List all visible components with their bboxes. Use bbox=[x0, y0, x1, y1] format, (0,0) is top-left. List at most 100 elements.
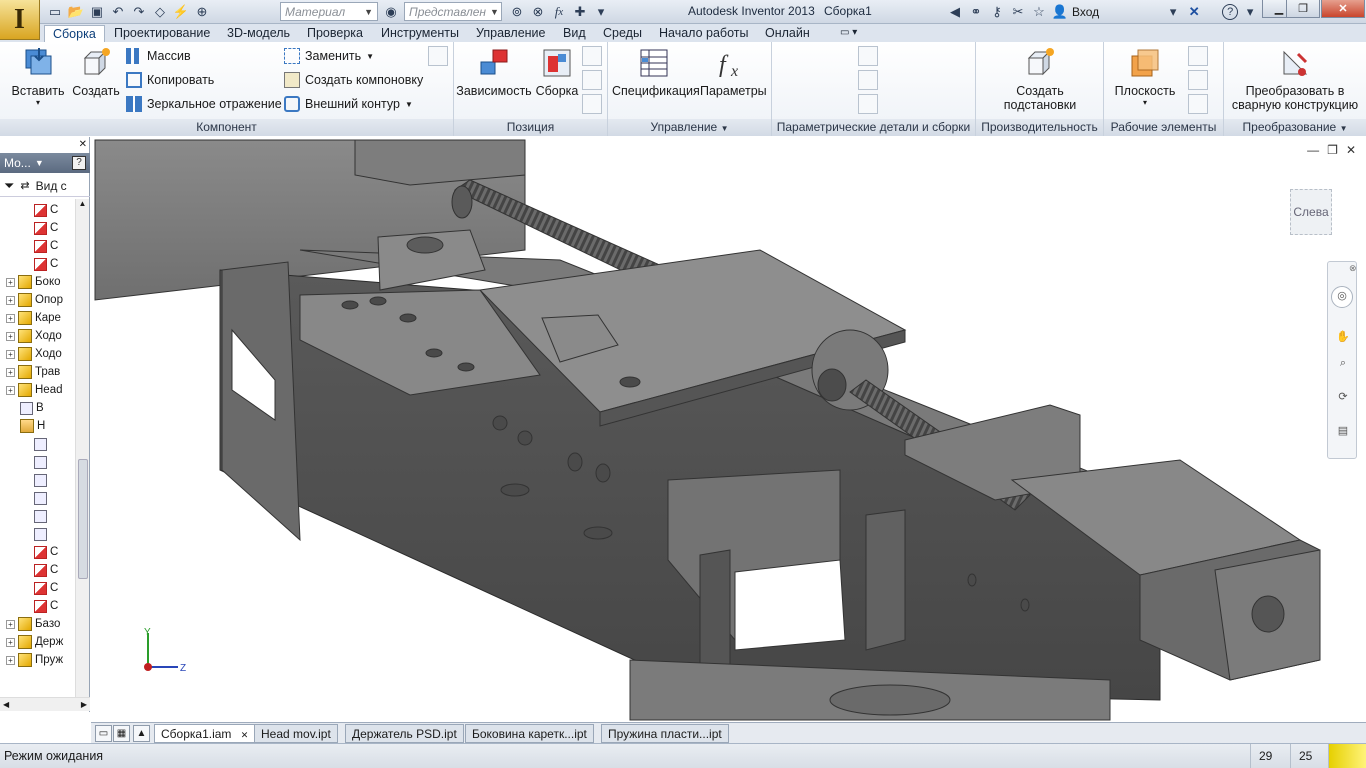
customize-dropdown-icon[interactable]: ▾ bbox=[592, 3, 610, 21]
tree-item[interactable] bbox=[34, 507, 50, 525]
select-icon[interactable]: ◇ bbox=[151, 3, 169, 21]
restore-button[interactable]: ❐ bbox=[1286, 0, 1320, 18]
parameters-button[interactable]: f x Параметры bbox=[700, 46, 767, 98]
orbit-icon[interactable]: ⟳ bbox=[1333, 388, 1353, 408]
tree-expand-icon[interactable]: + bbox=[6, 619, 15, 629]
convert-weldment-button[interactable]: Преобразовать в сварную конструкцию bbox=[1226, 46, 1364, 112]
tab-tools[interactable]: Инструменты bbox=[381, 25, 459, 42]
doc-tab-close-icon[interactable]: ✕ bbox=[241, 730, 249, 740]
tab-get-started[interactable]: Начало работы bbox=[659, 25, 748, 42]
move-icon[interactable] bbox=[582, 70, 602, 90]
representation-select[interactable]: Представлен ▼ bbox=[404, 2, 502, 21]
insert-button[interactable]: Вставить ▾ bbox=[8, 46, 68, 107]
create-ipart-icon[interactable] bbox=[858, 46, 878, 66]
scroll-right-icon[interactable]: ▶ bbox=[81, 700, 87, 709]
shrinkwrap-button[interactable]: Внешний контур ▼ bbox=[284, 94, 413, 114]
replace-button[interactable]: Заменить ▼ bbox=[284, 46, 374, 66]
component-extra-icon[interactable] bbox=[428, 46, 448, 66]
filter-icon[interactable]: ⏷ bbox=[4, 178, 14, 194]
tree-item[interactable]: + Базо bbox=[6, 615, 60, 633]
tree-item[interactable] bbox=[34, 471, 50, 489]
tree-item[interactable] bbox=[34, 489, 50, 507]
tree-expand-icon[interactable]: + bbox=[6, 385, 15, 395]
rotate-icon[interactable] bbox=[582, 94, 602, 114]
signin-label[interactable]: Вход bbox=[1072, 5, 1099, 19]
exchange-x-icon[interactable]: ✕ bbox=[1185, 3, 1203, 21]
add-icon[interactable]: ✚ bbox=[571, 3, 589, 21]
tree-item[interactable]: С bbox=[34, 219, 58, 237]
grip-snap-icon[interactable] bbox=[582, 46, 602, 66]
tab-manage[interactable]: Управление bbox=[476, 25, 546, 42]
replace-dropdown-icon[interactable]: ▼ bbox=[366, 52, 374, 61]
application-menu-button[interactable]: I bbox=[0, 0, 40, 40]
browser-header[interactable]: Мо... ▼ ? bbox=[0, 153, 90, 173]
view-options-icon[interactable]: ⇄ bbox=[20, 179, 29, 192]
doc-tab-assembly[interactable]: Сборка1.iam ✕ bbox=[154, 724, 256, 743]
update-icon[interactable]: ⚡ bbox=[172, 3, 190, 21]
tree-item[interactable]: С bbox=[34, 561, 58, 579]
tree-item[interactable]: С bbox=[34, 597, 58, 615]
tree-item[interactable] bbox=[34, 453, 50, 471]
back-arrow-icon[interactable]: ◀ bbox=[946, 3, 964, 21]
tools-icon[interactable]: ✂ bbox=[1009, 3, 1027, 21]
key-icon[interactable]: ⚷ bbox=[988, 3, 1006, 21]
viewport-close-icon[interactable]: ✕ bbox=[1346, 143, 1356, 157]
browser-dropdown-icon[interactable]: ▼ bbox=[35, 158, 44, 168]
tree-item[interactable]: + Пруж bbox=[6, 651, 63, 669]
navbar-close-icon[interactable]: ⊗ bbox=[1349, 263, 1357, 274]
browser-hscrollbar[interactable]: ◀ ▶ bbox=[0, 697, 90, 711]
browser-help-icon[interactable]: ? bbox=[72, 156, 86, 170]
tab-scroll-up-icon[interactable]: ▲ bbox=[133, 725, 150, 742]
tree-expand-icon[interactable]: + bbox=[6, 655, 15, 665]
appearance-icon[interactable]: ⊕ bbox=[193, 3, 211, 21]
panel-manage-title[interactable]: Управление ▼ bbox=[608, 119, 771, 136]
tab-design[interactable]: Проектирование bbox=[114, 25, 210, 42]
close-button[interactable]: ✕ bbox=[1321, 0, 1365, 18]
measure-icon[interactable]: ⊚ bbox=[508, 3, 526, 21]
tree-item[interactable]: + Head bbox=[6, 381, 63, 399]
create-substitutes-button[interactable]: Создать подстановки bbox=[984, 46, 1096, 112]
tree-item[interactable]: С bbox=[34, 237, 58, 255]
mirror-button[interactable]: Зеркальное отражение bbox=[126, 94, 282, 114]
tree-expand-icon[interactable]: + bbox=[6, 349, 15, 359]
doc-tab-head-mov[interactable]: Head mov.ipt bbox=[254, 724, 338, 743]
tab-assemble[interactable]: Сборка bbox=[44, 25, 105, 42]
tree-expand-icon[interactable]: + bbox=[6, 277, 15, 287]
tree-item[interactable]: С bbox=[34, 201, 58, 219]
browser-scrollbar[interactable]: ▲ bbox=[75, 199, 89, 699]
binoculars-icon[interactable]: ⚭ bbox=[967, 3, 985, 21]
browser-close-icon[interactable]: ✕ bbox=[0, 139, 90, 151]
tree-item[interactable]: + Держ bbox=[6, 633, 63, 651]
user-icon[interactable]: 👤 bbox=[1051, 3, 1069, 21]
tree-item[interactable]: + Боко bbox=[6, 273, 61, 291]
zoom-icon[interactable]: ⌕ bbox=[1333, 354, 1353, 374]
tree-item[interactable]: + Каре bbox=[6, 309, 61, 327]
tree-expand-icon[interactable]: + bbox=[6, 313, 15, 323]
browser-view-label[interactable]: Вид с bbox=[36, 179, 67, 193]
save-icon[interactable]: ▣ bbox=[88, 3, 106, 21]
material-select[interactable]: Материал ▼ bbox=[280, 2, 378, 21]
create-layout-button[interactable]: Создать компоновку bbox=[284, 70, 423, 90]
viewport-restore-icon[interactable]: ❐ bbox=[1327, 143, 1338, 157]
help-icon[interactable]: ? bbox=[1222, 4, 1239, 20]
tree-item[interactable]: С bbox=[34, 543, 58, 561]
pattern-button[interactable]: Массив bbox=[126, 46, 191, 66]
grid-windows-icon[interactable]: ▦ bbox=[113, 725, 130, 742]
bom-button[interactable]: Спецификация bbox=[612, 46, 700, 98]
tree-item[interactable]: + Ходо bbox=[6, 327, 62, 345]
edit-table-icon[interactable] bbox=[858, 94, 878, 114]
plane-button[interactable]: Плоскость ▾ bbox=[1112, 46, 1178, 107]
new-file-icon[interactable]: ▭ bbox=[46, 3, 64, 21]
ucs-icon[interactable] bbox=[1188, 94, 1208, 114]
graphics-window[interactable]: — ❐ ✕ Слева ⊗ ◎ ✋ ⌕ ⟳ ▤ Y Z bbox=[91, 137, 1366, 722]
shrinkwrap-dropdown-icon[interactable]: ▼ bbox=[405, 100, 413, 109]
tab-environments[interactable]: Среды bbox=[603, 25, 642, 42]
copy-button[interactable]: Копировать bbox=[126, 70, 214, 90]
tree-item[interactable] bbox=[34, 525, 50, 543]
tree-item[interactable]: В bbox=[20, 399, 44, 417]
doc-tab-holder-psd[interactable]: Держатель PSD.ipt bbox=[345, 724, 464, 743]
tab-view[interactable]: Вид bbox=[563, 25, 586, 42]
scroll-left-icon[interactable]: ◀ bbox=[3, 700, 9, 709]
constrain-button[interactable]: Зависимость bbox=[456, 46, 532, 98]
scroll-up-icon[interactable]: ▲ bbox=[76, 199, 89, 208]
